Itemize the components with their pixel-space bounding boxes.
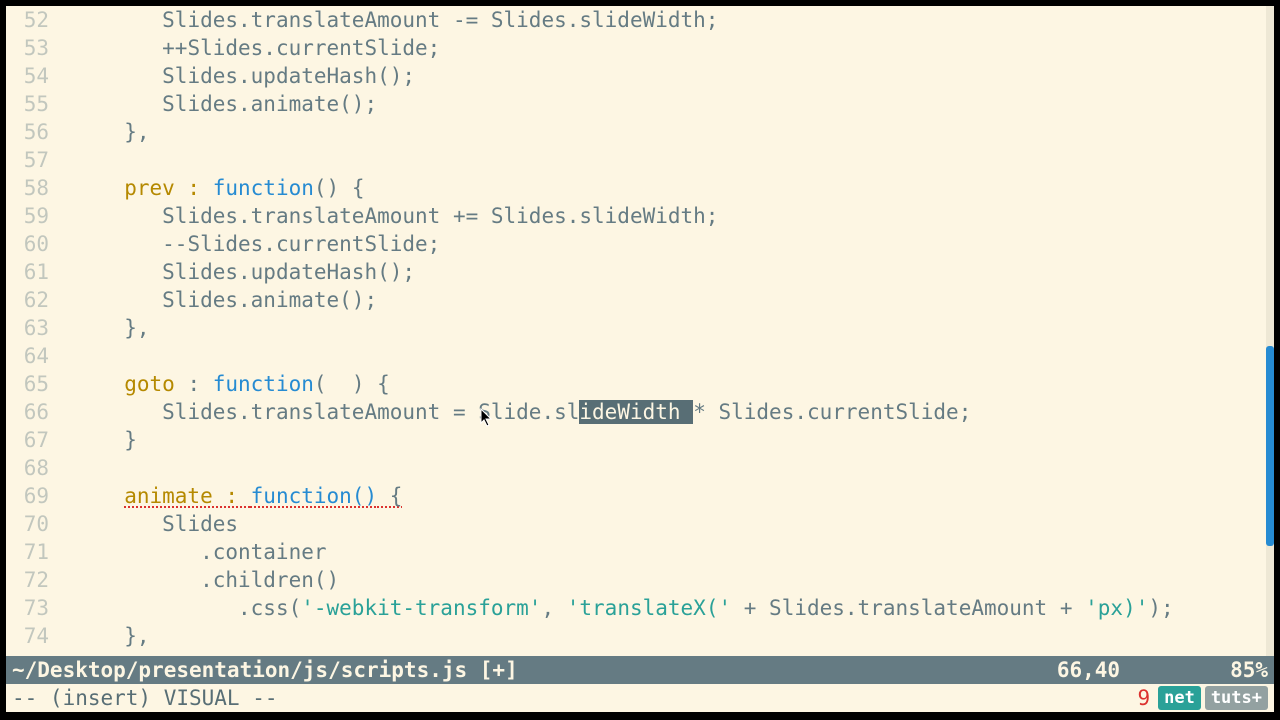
code-token: .container: [200, 540, 326, 564]
code-token: .children(): [200, 568, 339, 592]
code-token: }: [124, 428, 137, 452]
status-bar: ~/Desktop/presentation/js/scripts.js [+]…: [6, 656, 1274, 684]
code-line[interactable]: .children(): [61, 566, 1266, 594]
line-number: 56: [6, 118, 49, 146]
code-token: Slides.updateHash();: [162, 64, 415, 88]
code-line[interactable]: .css('-webkit-transform', 'translateX(' …: [61, 594, 1266, 622]
line-number: 54: [6, 62, 49, 90]
code-area[interactable]: Slides.translateAmount -= Slides.slideWi…: [61, 6, 1266, 712]
code-token: :: [175, 372, 213, 396]
code-line[interactable]: Slides.updateHash();: [61, 258, 1266, 286]
code-token: {: [377, 484, 402, 508]
code-line[interactable]: Slides.animate();: [61, 286, 1266, 314]
line-number: 71: [6, 538, 49, 566]
line-number: 73: [6, 594, 49, 622]
editor-window: 5253545556575859606162636465666768697071…: [6, 6, 1274, 712]
scroll-percent: 85%: [1230, 658, 1268, 682]
code-line[interactable]: goto : function( ) {: [61, 370, 1266, 398]
line-number-gutter: 5253545556575859606162636465666768697071…: [6, 6, 61, 712]
line-number: 69: [6, 482, 49, 510]
code-token: animate :: [124, 484, 250, 508]
line-number: 70: [6, 510, 49, 538]
code-line[interactable]: Slides.updateHash();: [61, 62, 1266, 90]
code-line[interactable]: },: [61, 622, 1266, 650]
code-line[interactable]: Slides.translateAmount += Slides.slideWi…: [61, 202, 1266, 230]
code-line[interactable]: animate : function() {: [61, 482, 1266, 510]
code-line[interactable]: Slides.animate();: [61, 90, 1266, 118]
code-line[interactable]: [61, 454, 1266, 482]
code-token: ,: [541, 596, 566, 620]
code-token: Slides.updateHash();: [162, 260, 415, 284]
code-line[interactable]: --Slides.currentSlide;: [61, 230, 1266, 258]
code-token: '-webkit-transform': [301, 596, 541, 620]
code-token: Slides.translateAmount += Slides.slideWi…: [162, 204, 718, 228]
line-number: 58: [6, 174, 49, 202]
line-number: 63: [6, 314, 49, 342]
code-line[interactable]: Slides: [61, 510, 1266, 538]
nettuts-logo: net tuts+: [1158, 686, 1268, 710]
line-number: 57: [6, 146, 49, 174]
code-token: ( ) {: [314, 372, 390, 396]
line-number: 52: [6, 6, 49, 34]
code-token: prev :: [124, 176, 213, 200]
scrollbar-track[interactable]: [1266, 6, 1274, 712]
code-token: + Slides.translateAmount +: [731, 596, 1085, 620]
code-token: },: [124, 120, 149, 144]
code-token: Slides: [162, 512, 238, 536]
scrollbar-thumb[interactable]: [1266, 346, 1274, 546]
logo-tuts: tuts+: [1205, 686, 1268, 710]
code-line[interactable]: .container: [61, 538, 1266, 566]
code-line[interactable]: },: [61, 314, 1266, 342]
code-token: 'px)': [1085, 596, 1148, 620]
code-token: Slides.translateAmount = Slide.sl: [162, 400, 579, 424]
code-line[interactable]: },: [61, 118, 1266, 146]
code-line[interactable]: prev : function() {: [61, 174, 1266, 202]
line-number: 67: [6, 426, 49, 454]
code-token: },: [124, 624, 149, 648]
code-token: function: [213, 372, 314, 396]
line-number: 61: [6, 258, 49, 286]
line-number: 60: [6, 230, 49, 258]
line-number: 64: [6, 342, 49, 370]
code-line[interactable]: [61, 342, 1266, 370]
code-token: );: [1148, 596, 1173, 620]
code-line[interactable]: [61, 146, 1266, 174]
file-path: ~/Desktop/presentation/js/scripts.js [+]: [12, 658, 1057, 682]
code-token: .css(: [238, 596, 301, 620]
code-token: ++Slides.currentSlide;: [162, 36, 440, 60]
mode-count: 9: [1137, 686, 1150, 710]
code-token: Slides.animate();: [162, 288, 377, 312]
code-token: 'translateX(': [567, 596, 731, 620]
code-token: goto: [124, 372, 175, 396]
line-number: 68: [6, 454, 49, 482]
line-number: 66: [6, 398, 49, 426]
mode-line: -- (insert) VISUAL -- 9 net tuts+: [6, 684, 1274, 712]
code-token: },: [124, 316, 149, 340]
line-number: 53: [6, 34, 49, 62]
line-number: 72: [6, 566, 49, 594]
logo-net: net: [1158, 686, 1201, 710]
line-number: 65: [6, 370, 49, 398]
code-token: function(): [251, 484, 377, 508]
code-token: function: [213, 176, 314, 200]
line-number: 55: [6, 90, 49, 118]
code-line[interactable]: ++Slides.currentSlide;: [61, 34, 1266, 62]
code-token: * Slides.currentSlide;: [693, 400, 971, 424]
editor-mode: -- (insert) VISUAL --: [12, 686, 1137, 710]
code-line[interactable]: Slides.translateAmount -= Slides.slideWi…: [61, 6, 1266, 34]
cursor-position: 66,40: [1057, 658, 1120, 682]
code-line[interactable]: }: [61, 426, 1266, 454]
code-token: --Slides.currentSlide;: [162, 232, 440, 256]
code-line[interactable]: Slides.translateAmount = Slide.slideWidt…: [61, 398, 1266, 426]
line-number: 74: [6, 622, 49, 650]
line-number: 62: [6, 286, 49, 314]
code-token: () {: [314, 176, 365, 200]
line-number: 59: [6, 202, 49, 230]
code-token: Slides.translateAmount -= Slides.slideWi…: [162, 8, 718, 32]
code-token: Slides.animate();: [162, 92, 377, 116]
code-token: ideWidth: [579, 400, 693, 424]
